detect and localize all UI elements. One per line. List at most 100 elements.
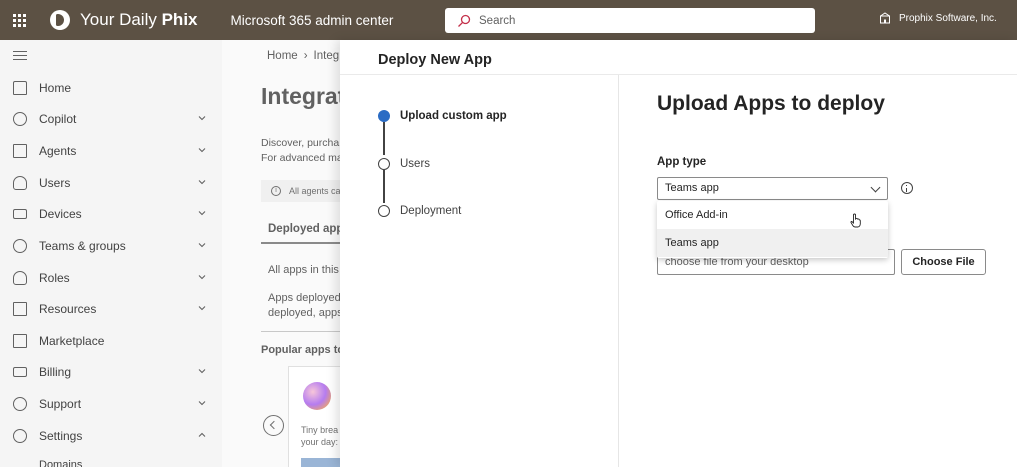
sidebar-item-support[interactable]: Support <box>0 388 222 419</box>
tenant-switcher[interactable]: Prophix Software, Inc. <box>879 12 997 24</box>
deploy-app-panel: Deploy New App Upload custom app Users D… <box>340 40 1017 467</box>
divider <box>261 331 340 332</box>
app-type-value: Teams app <box>665 182 719 194</box>
sidebar-item-label: Agents <box>39 143 77 158</box>
panel-title: Deploy New App <box>378 52 492 68</box>
home-icon <box>13 80 27 95</box>
info-icon[interactable] <box>901 182 913 194</box>
sidebar-item-label: Devices <box>39 206 82 221</box>
sidebar-item-label: Support <box>39 396 82 411</box>
chevron-down-icon <box>198 116 206 121</box>
chevron-down-icon <box>198 243 206 248</box>
brand-logo-icon <box>50 10 70 30</box>
hamburger-icon[interactable] <box>13 51 27 63</box>
chevron-down-icon <box>198 180 206 185</box>
step-connector <box>383 170 385 203</box>
step-connector <box>383 122 385 155</box>
breadcrumb-current: Integ <box>313 50 340 62</box>
page-title: Integrat <box>261 83 340 109</box>
popular-apps-heading: Popular apps to <box>261 344 340 356</box>
user-icon <box>13 175 27 190</box>
chevron-down-icon <box>198 148 206 153</box>
search-placeholder: Search <box>479 14 516 27</box>
app-type-select[interactable]: Teams app <box>657 177 888 200</box>
sidebar-item-label: Roles <box>39 270 70 285</box>
carousel-prev-button[interactable] <box>263 415 284 436</box>
chevron-down-icon <box>198 401 206 406</box>
app-card-description: Tiny brea your day: <box>301 425 339 447</box>
app-title: Microsoft 365 admin center <box>230 12 394 28</box>
sidebar: Home Copilot Agents Users Devices Teams … <box>0 40 222 467</box>
copilot-icon <box>13 111 27 126</box>
sidebar-item-label: Teams & groups <box>39 238 126 253</box>
sidebar-item-teams-groups[interactable]: Teams & groups <box>0 230 222 261</box>
step-pending-icon <box>378 158 390 170</box>
sidebar-item-settings[interactable]: Settings <box>0 420 222 451</box>
info-icon: i <box>271 186 281 196</box>
chevron-down-icon <box>870 182 881 193</box>
all-apps-text: All apps in this <box>268 264 339 276</box>
sidebar-item-label: Domains <box>39 458 83 467</box>
gear-icon <box>13 428 27 443</box>
chevron-down-icon <box>198 275 206 280</box>
breadcrumb-separator: › <box>303 50 308 62</box>
sidebar-item-label: Billing <box>39 364 72 379</box>
main-content: Home › Integ Integrat Discover, purcha For… <box>222 40 340 467</box>
sidebar-item-label: Resources <box>39 301 97 316</box>
form-title: Upload Apps to deploy <box>657 92 885 115</box>
marketplace-icon <box>13 333 27 348</box>
sidebar-item-domains[interactable]: Domains <box>0 449 222 467</box>
choose-file-button[interactable]: Choose File <box>901 249 986 275</box>
step-users[interactable]: Users <box>378 158 430 170</box>
resources-icon <box>13 301 27 316</box>
tenant-name: Prophix Software, Inc. <box>899 12 997 24</box>
tab-deployed-apps[interactable]: Deployed apps <box>268 223 340 235</box>
info-banner: i All agents ca <box>261 180 340 202</box>
sidebar-item-users[interactable]: Users <box>0 167 222 198</box>
brand-name: Your Daily Phix <box>80 10 198 29</box>
building-icon <box>880 12 890 24</box>
breadcrumb-home[interactable]: Home <box>267 50 298 62</box>
option-teams-app[interactable]: Teams app <box>657 229 888 257</box>
sidebar-item-copilot[interactable]: Copilot <box>0 103 222 134</box>
sidebar-item-label: Home <box>39 80 72 95</box>
step-upload-custom-app[interactable]: Upload custom app <box>378 110 507 122</box>
sidebar-item-label: Settings <box>39 428 83 443</box>
apps-deployed-text: Apps deployed deployed, apps <box>268 292 340 319</box>
chevron-up-icon <box>198 432 206 437</box>
app-card-button[interactable] <box>301 458 340 467</box>
sidebar-item-marketplace[interactable]: Marketplace <box>0 325 222 356</box>
sidebar-item-devices[interactable]: Devices <box>0 198 222 229</box>
top-bar: Your Daily Phix Microsoft 365 admin cent… <box>0 0 1017 40</box>
sidebar-item-roles[interactable]: Roles <box>0 262 222 293</box>
step-active-icon <box>378 110 390 122</box>
steps-divider <box>618 75 619 467</box>
chevron-down-icon <box>198 211 206 216</box>
breadcrumb: Home › Integ <box>267 50 339 62</box>
sidebar-item-home[interactable]: Home <box>0 72 222 103</box>
chevron-down-icon <box>198 306 206 311</box>
step-deployment[interactable]: Deployment <box>378 205 461 217</box>
step-pending-icon <box>378 205 390 217</box>
waffle-icon <box>12 13 26 27</box>
sidebar-item-billing[interactable]: Billing <box>0 356 222 387</box>
roles-icon <box>13 270 27 285</box>
sidebar-item-label: Copilot <box>39 111 77 126</box>
tab-underline <box>261 242 340 244</box>
app-card[interactable]: Tiny brea your day: <box>288 366 340 467</box>
app-logo-icon <box>303 382 331 410</box>
agents-icon <box>13 143 27 158</box>
support-icon <box>13 396 27 411</box>
sidebar-item-resources[interactable]: Resources <box>0 293 222 324</box>
page-description: Discover, purcha For advanced ma <box>261 137 340 164</box>
app-type-label: App type <box>657 156 707 168</box>
brand[interactable]: Your Daily Phix <box>50 10 198 30</box>
sidebar-item-label: Users <box>39 175 71 190</box>
billing-icon <box>13 366 27 377</box>
hand-cursor-icon <box>850 213 861 228</box>
search-icon <box>458 14 471 27</box>
sidebar-item-label: Marketplace <box>39 333 105 348</box>
app-launcher-button[interactable] <box>0 0 38 40</box>
sidebar-item-agents[interactable]: Agents <box>0 135 222 166</box>
search-input[interactable]: Search <box>445 8 815 33</box>
